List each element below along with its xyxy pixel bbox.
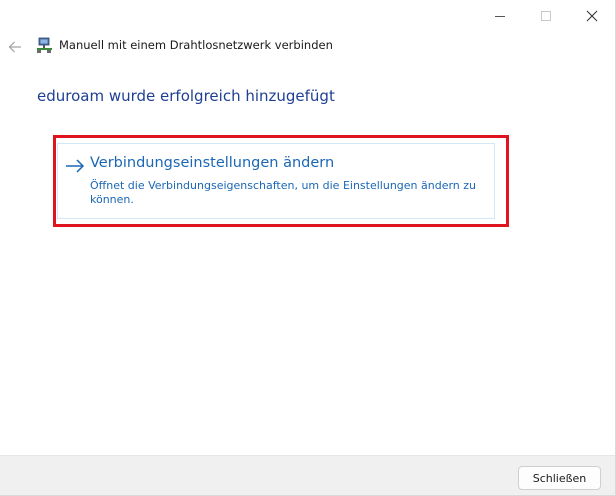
dialog-footer: Schließen bbox=[0, 455, 615, 495]
maximize-button[interactable] bbox=[523, 0, 569, 32]
option-title: Verbindungseinstellungen ändern bbox=[90, 155, 335, 171]
arrow-right-icon bbox=[66, 159, 85, 173]
maximize-icon bbox=[541, 11, 551, 21]
minimize-button[interactable] bbox=[477, 0, 523, 32]
change-connection-settings-option[interactable]: Verbindungseinstellungen ändern Öffnet d… bbox=[57, 143, 495, 219]
dialog-window: Manuell mit einem Drahtlosnetzwerk verbi… bbox=[0, 0, 616, 496]
window-title: Manuell mit einem Drahtlosnetzwerk verbi… bbox=[59, 38, 333, 52]
minimize-icon bbox=[495, 16, 505, 17]
close-button[interactable]: Schließen bbox=[518, 466, 601, 490]
back-button[interactable] bbox=[4, 36, 26, 58]
arrow-left-icon bbox=[8, 41, 21, 53]
page-heading: eduroam wurde erfolgreich hinzugefügt bbox=[37, 87, 335, 105]
caption-buttons bbox=[477, 0, 615, 32]
close-window-button[interactable] bbox=[569, 0, 615, 32]
network-icon bbox=[37, 37, 52, 53]
option-description: Öffnet die Verbindungseigenschaften, um … bbox=[90, 179, 477, 206]
close-icon bbox=[586, 10, 598, 22]
